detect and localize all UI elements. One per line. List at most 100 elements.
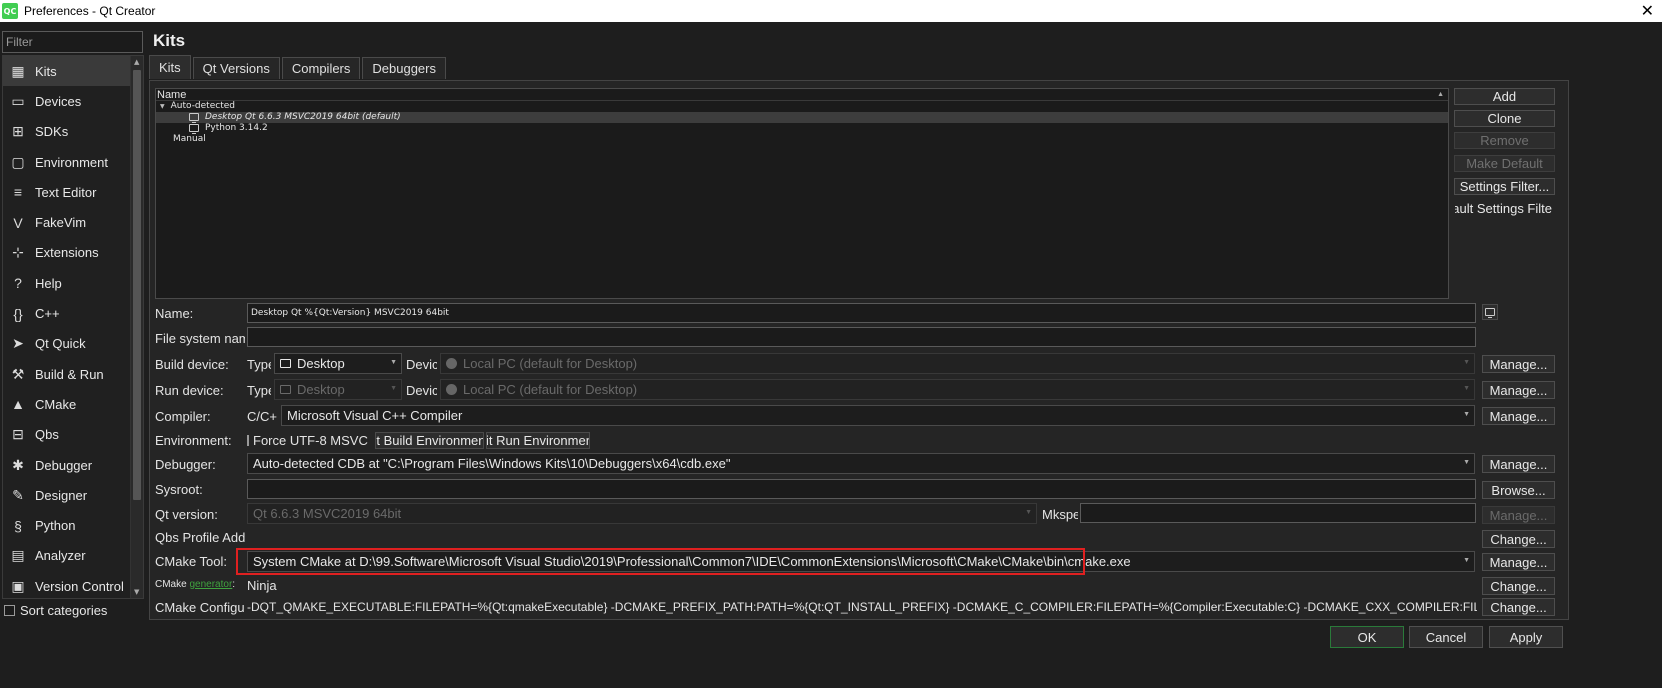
change-cmake-configuration-button[interactable]: Change... — [1482, 598, 1555, 616]
tab-kits[interactable]: Kits — [149, 55, 191, 79]
tab-qt-versions[interactable]: Qt Versions — [192, 57, 280, 79]
tree-row-auto-detected[interactable]: ▼ Auto-detected — [156, 101, 1448, 112]
default-settings-filter-button[interactable]: efault Settings Filte — [1454, 200, 1555, 217]
close-icon[interactable]: ✕ — [1641, 1, 1654, 20]
kit-tree[interactable]: Name ▲ ▼ Auto-detected Desktop Qt 6.6.3 M… — [155, 88, 1449, 299]
sidebar-item-debugger[interactable]: ✱ Debugger — [3, 450, 131, 480]
sort-categories-row[interactable]: Sort categories — [4, 603, 107, 618]
sidebar-item-help[interactable]: ? Help — [3, 268, 131, 298]
monitor-icon — [189, 123, 199, 134]
sidebar-item-sdks[interactable]: ⊞ SDKs — [3, 117, 131, 147]
name-field[interactable]: Desktop Qt %{Qt:Version} MSVC2019 64bit — [247, 303, 1476, 323]
build-run-icon: ⚒ — [11, 365, 25, 382]
run-type-select[interactable]: Desktop ▼ — [274, 379, 402, 400]
sidebar-item-kits[interactable]: ▦ Kits — [3, 56, 131, 87]
sort-categories-checkbox[interactable] — [4, 605, 15, 616]
make-default-button[interactable]: Make Default — [1454, 155, 1555, 172]
sidebar-item-label: Kits — [35, 63, 57, 79]
force-utf8-label: Force UTF-8 MSVC c — [253, 433, 372, 448]
settings-filter-button[interactable]: Settings Filter... — [1454, 178, 1555, 195]
sidebar-item-label: C++ — [35, 306, 60, 322]
manage-run-device-button[interactable]: Manage... — [1482, 381, 1555, 399]
sidebar-item-text-editor[interactable]: ≡ Text Editor — [3, 177, 131, 207]
sidebar-item-qbs[interactable]: ⊟ Qbs — [3, 420, 131, 450]
build-device-label: Build device: — [155, 357, 229, 372]
run-device-select[interactable]: Local PC (default for Desktop) ▼ — [440, 379, 1475, 400]
remove-button[interactable]: Remove — [1454, 132, 1555, 149]
qbs-icon: ⊟ — [12, 426, 24, 443]
qt-version-value: Qt 6.6.3 MSVC2019 64bit — [253, 506, 402, 521]
cmake-generator-label: CMake generator: — [155, 579, 235, 590]
mkspec-field[interactable] — [1080, 503, 1476, 523]
sidebar-item-fakevim[interactable]: V FakeVim — [3, 207, 131, 237]
sidebar-item-designer[interactable]: ✎ Designer — [3, 480, 131, 510]
kit-icon-button[interactable] — [1482, 304, 1498, 320]
tree-row-kit-desktop[interactable]: Desktop Qt 6.6.3 MSVC2019 64bit (default… — [156, 112, 1448, 123]
compiler-select[interactable]: Microsoft Visual C++ Compiler ▼ — [281, 405, 1475, 426]
sidebar-item-analyzer[interactable]: ▤ Analyzer — [3, 541, 131, 571]
tab-debuggers[interactable]: Debuggers — [362, 57, 446, 79]
sidebar-item-cmake[interactable]: ▲ CMake — [3, 389, 131, 419]
edit-build-environment-button[interactable]: it Build Environmen — [375, 432, 484, 449]
apply-button[interactable]: Apply — [1489, 626, 1563, 648]
build-type-select[interactable]: Desktop ▼ — [274, 353, 402, 374]
category-scrollbar[interactable]: ▲ ▼ — [130, 56, 143, 598]
chevron-down-icon: ▼ — [1463, 385, 1470, 392]
manage-debugger-button[interactable]: Manage... — [1482, 455, 1555, 473]
debugger-select[interactable]: Auto-detected CDB at "C:\Program Files\W… — [247, 453, 1475, 474]
tab-compilers[interactable]: Compilers — [281, 57, 361, 79]
chevron-down-icon: ▼ — [1463, 411, 1470, 418]
sidebar-item-c[interactable]: {} C++ — [3, 298, 131, 328]
scroll-down-icon[interactable]: ▼ — [134, 588, 139, 596]
tree-row-kit-python[interactable]: Python 3.14.2 — [156, 123, 1448, 134]
manage-cmake-tool-button[interactable]: Manage... — [1482, 553, 1555, 571]
sidebar-item-devices[interactable]: ▭ Devices — [3, 86, 131, 116]
cmake-generator-link[interactable]: generator — [189, 579, 232, 590]
kits-icon: ▦ — [11, 62, 25, 79]
browse-sysroot-button[interactable]: Browse... — [1482, 481, 1555, 499]
sidebar-item-version-control[interactable]: ▣ Version Control — [3, 571, 131, 598]
manage-build-device-button[interactable]: Manage... — [1482, 355, 1555, 373]
cmake-tool-label: CMake Tool: — [155, 554, 228, 569]
change-cmake-generator-button[interactable]: Change... — [1482, 577, 1555, 595]
fakevim-icon: V — [13, 214, 23, 231]
chevron-down-icon: ▼ — [1463, 459, 1470, 466]
devices-icon: ▭ — [11, 92, 25, 109]
tree-header-name[interactable]: Name ▲ — [156, 89, 1448, 101]
qt-creator-logo-icon: QC — [2, 3, 18, 19]
add-button[interactable]: Add — [1454, 88, 1555, 105]
cmake-generator-suffix: : — [232, 579, 236, 590]
tree-row-manual[interactable]: Manual — [156, 134, 1448, 145]
sidebar-item-extensions[interactable]: ⊹ Extensions — [3, 238, 131, 268]
filter-input[interactable] — [2, 31, 143, 53]
force-utf8-checkbox[interactable] — [247, 435, 249, 446]
scrollbar-thumb[interactable] — [133, 70, 141, 500]
expand-arrow-icon[interactable]: ▼ — [160, 103, 165, 110]
build-device-select[interactable]: Local PC (default for Desktop) ▼ — [440, 353, 1475, 374]
sidebar-item-qt-quick[interactable]: ➤ Qt Quick — [3, 329, 131, 359]
cancel-button[interactable]: Cancel — [1409, 626, 1483, 648]
run-device-label: Run device: — [155, 383, 224, 398]
file-system-name-field[interactable] — [247, 327, 1476, 347]
clone-button[interactable]: Clone — [1454, 110, 1555, 127]
qt-version-select[interactable]: Qt 6.6.3 MSVC2019 64bit ▼ — [247, 503, 1037, 524]
sort-categories-label: Sort categories — [20, 603, 108, 618]
manage-compiler-button[interactable]: Manage... — [1482, 407, 1555, 425]
desktop-icon — [280, 385, 291, 394]
sidebar-item-label: Designer — [35, 487, 88, 503]
manage-qt-version-button[interactable]: Manage... — [1482, 506, 1555, 524]
help-icon: ? — [14, 275, 22, 292]
scroll-up-icon[interactable]: ▲ — [134, 58, 139, 66]
force-utf8-row[interactable]: Force UTF-8 MSVC c — [247, 433, 372, 448]
sidebar-item-environment[interactable]: ▢ Environment — [3, 147, 131, 177]
chevron-down-icon: ▼ — [1025, 509, 1032, 516]
tree-label: Manual — [173, 134, 206, 144]
sidebar-item-build-run[interactable]: ⚒ Build & Run — [3, 359, 131, 389]
ok-button[interactable]: OK — [1330, 626, 1404, 648]
change-qbs-profile-button[interactable]: Change... — [1482, 530, 1555, 548]
sidebar-item-python[interactable]: § Python — [3, 510, 131, 540]
mkspec-label: Mkspe — [1042, 507, 1078, 522]
sysroot-field[interactable] — [247, 479, 1476, 499]
qbs-profile-label: Qbs Profile Addi — [155, 530, 245, 545]
edit-run-environment-button[interactable]: lit Run Environmen — [486, 432, 590, 449]
